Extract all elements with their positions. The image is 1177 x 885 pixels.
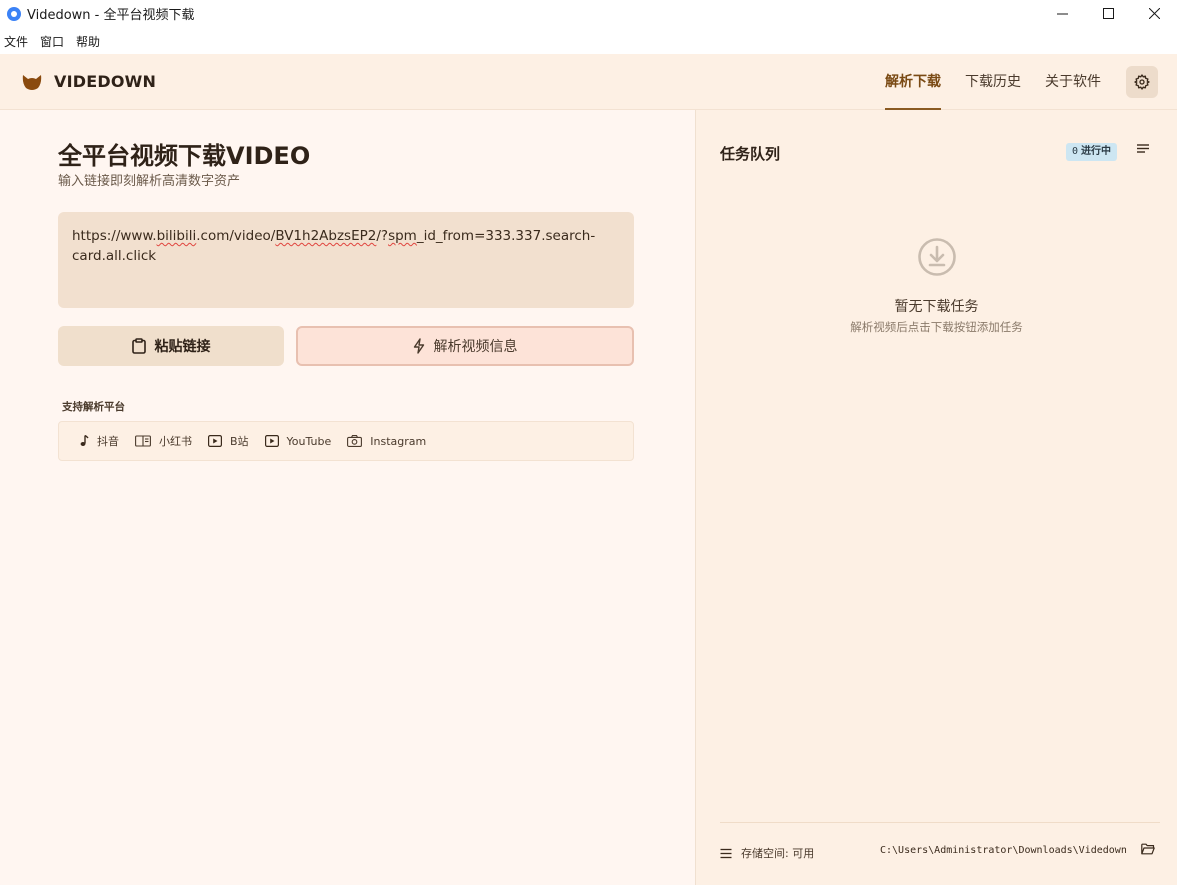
platform-name: 小红书 xyxy=(159,435,192,448)
tab-parse-download[interactable]: 解析下载 xyxy=(885,54,941,110)
task-queue-panel: 任务队列 0 进行中 暂无下载任务 解析视频后点击下载按钮添加任务 存储空间: 可… xyxy=(696,110,1177,885)
app-header: VIDEDOWN 解析下载 下载历史 关于软件 xyxy=(0,54,1177,110)
platform-name: YouTube xyxy=(286,434,332,448)
parse-panel: 全平台视频下载VIDEO 输入链接即刻解析高清数字资产 https://www.… xyxy=(0,110,695,885)
paste-link-button[interactable]: 粘贴链接 xyxy=(58,326,284,366)
menu-file[interactable]: 文件 xyxy=(0,33,32,50)
menu-help[interactable]: 帮助 xyxy=(72,33,104,50)
status-badge: 0 进行中 xyxy=(1066,143,1118,161)
close-icon xyxy=(1148,8,1160,19)
url-text-part: .com/video/ xyxy=(196,228,276,244)
list-icon[interactable] xyxy=(1136,143,1150,155)
settings-button[interactable] xyxy=(1126,66,1158,98)
menu-window[interactable]: 窗口 xyxy=(36,33,68,50)
storage-icon xyxy=(720,848,732,858)
minimize-icon xyxy=(1056,13,1068,15)
close-button[interactable] xyxy=(1131,0,1177,27)
platform-instagram: Instagram xyxy=(347,435,426,448)
title-bar: Videdown - 全平台视频下载 xyxy=(0,0,1177,27)
window-title: Videdown - 全平台视频下载 xyxy=(27,8,195,23)
platform-name: Instagram xyxy=(370,434,427,448)
url-input[interactable]: https://www.bilibili.com/video/BV1h2Abzs… xyxy=(58,212,634,308)
download-circle-icon xyxy=(918,238,956,276)
app-icon xyxy=(7,6,21,21)
queue-title: 任务队列 xyxy=(720,145,781,163)
url-text-part: https://www. xyxy=(72,228,157,244)
parse-video-label: 解析视频信息 xyxy=(433,339,518,355)
maximize-button[interactable] xyxy=(1085,0,1131,27)
play-box-icon xyxy=(264,435,279,447)
minimize-button[interactable] xyxy=(1039,0,1085,27)
brand-name: VIDEDOWN xyxy=(54,72,157,91)
play-box-icon xyxy=(208,435,222,447)
platform-youtube: YouTube xyxy=(264,434,332,448)
book-icon xyxy=(135,435,151,447)
clipboard-icon xyxy=(131,338,146,354)
tab-about[interactable]: 关于软件 xyxy=(1045,54,1101,110)
platform-douyin: 抖音 xyxy=(79,433,119,449)
footer-divider xyxy=(720,822,1160,823)
platform-list: 抖音 小红书 B站 YouTube Instagram xyxy=(58,421,634,461)
window-controls xyxy=(1039,0,1177,27)
tab-download-history[interactable]: 下载历史 xyxy=(965,54,1021,110)
folder-open-icon[interactable] xyxy=(1141,843,1155,855)
gear-icon xyxy=(1134,74,1150,90)
url-text-part: BV1h2AbzsEP2 xyxy=(275,228,377,244)
main-nav: 解析下载 下载历史 关于软件 xyxy=(861,54,1101,110)
page-title: 全平台视频下载VIDEO xyxy=(58,142,311,170)
url-text-part: bilibili xyxy=(156,228,197,244)
download-path: C:\Users\Administrator\Downloads\Videdow… xyxy=(880,845,1127,856)
platform-name: B站 xyxy=(230,435,249,448)
music-note-icon xyxy=(80,435,89,446)
paste-link-label: 粘贴链接 xyxy=(154,339,211,355)
parse-video-button[interactable]: 解析视频信息 xyxy=(296,326,634,366)
empty-state-description: 解析视频后点击下载按钮添加任务 xyxy=(850,320,1023,334)
platform-name: 抖音 xyxy=(97,435,119,448)
url-text-part: /? xyxy=(376,228,389,244)
badge-count: 0 xyxy=(1072,146,1079,157)
badge-label: 进行中 xyxy=(1081,146,1112,157)
storage-label: 存储空间: 可用 xyxy=(741,847,815,860)
menu-bar: 文件 窗口 帮助 xyxy=(0,30,1177,52)
lightning-icon xyxy=(413,338,424,354)
page-subtitle: 输入链接即刻解析高清数字资产 xyxy=(58,174,241,189)
platform-bilibili: B站 xyxy=(208,433,249,449)
empty-state-title: 暂无下载任务 xyxy=(894,299,979,315)
maximize-icon xyxy=(1102,8,1114,19)
platform-xiaohongshu: 小红书 xyxy=(135,433,192,449)
logo-icon xyxy=(22,75,42,90)
storage-status: 存储空间: 可用 xyxy=(720,845,814,861)
url-text-part: spm xyxy=(388,228,417,244)
platforms-label: 支持解析平台 xyxy=(62,401,125,413)
camera-icon xyxy=(347,435,363,447)
